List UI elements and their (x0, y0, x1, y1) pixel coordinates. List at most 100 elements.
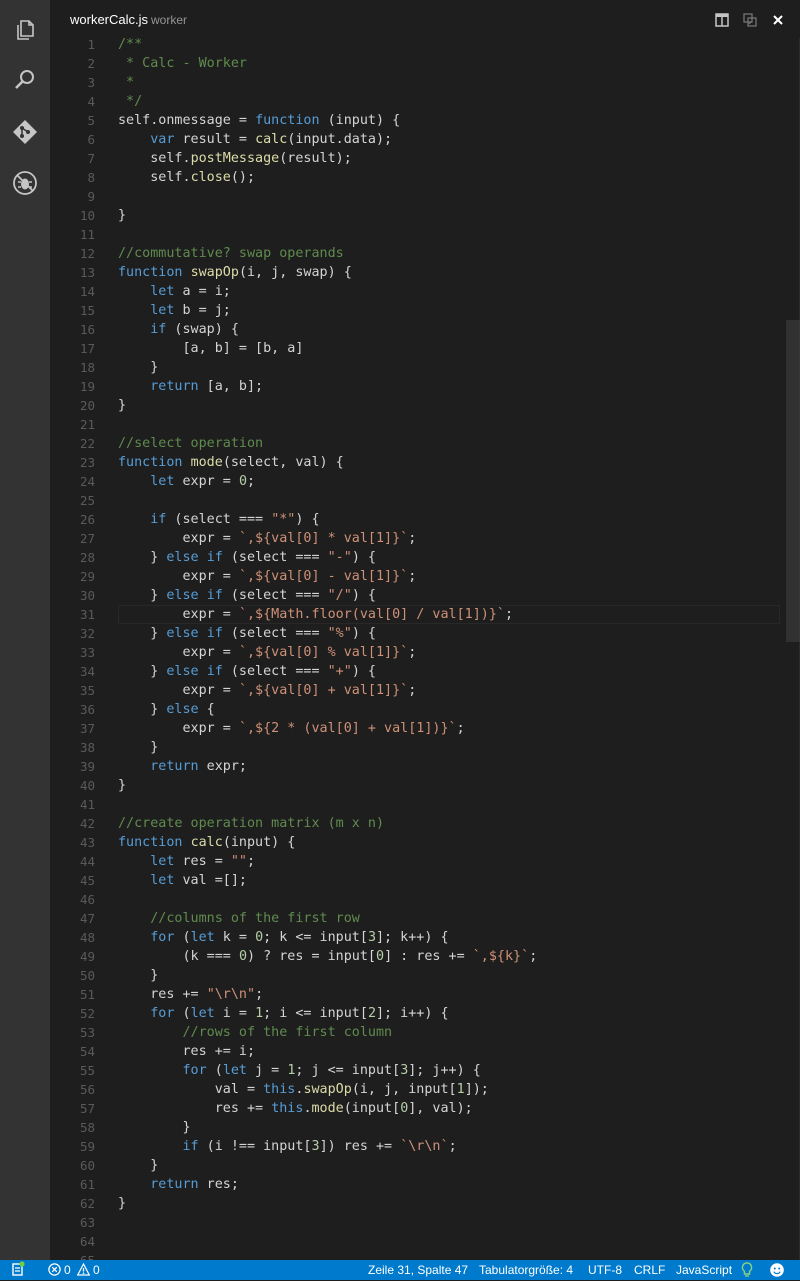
lightbulb-icon[interactable] (741, 1262, 753, 1281)
code-line[interactable]: let a = i; (118, 282, 778, 301)
line-number: 50 (79, 968, 95, 983)
code-line[interactable]: expr = `,${val[0] % val[1]}`; (118, 643, 778, 662)
code-line[interactable]: self.postMessage(result); (118, 149, 778, 168)
line-number: 34 (79, 664, 95, 679)
code-line[interactable]: function calc(input) { (118, 833, 778, 852)
code-line[interactable]: * (118, 73, 778, 92)
code-line[interactable]: let expr = 0; (118, 472, 778, 491)
warning-count[interactable]: 0 (93, 1263, 100, 1277)
code-line[interactable]: for (let k = 0; k <= input[3]; k++) { (118, 928, 778, 947)
code-line[interactable]: if (select === "*") { (118, 510, 778, 529)
error-icon[interactable] (48, 1263, 61, 1279)
code-content[interactable]: /** * Calc - Worker * */self.onmessage =… (118, 35, 778, 1270)
code-line[interactable]: } else if (select === "/") { (118, 586, 778, 605)
line-number: 1 (87, 37, 95, 52)
code-line[interactable]: } else if (select === "-") { (118, 548, 778, 567)
code-line[interactable]: for (let i = 1; i <= input[2]; i++) { (118, 1004, 778, 1023)
code-line[interactable]: function swapOp(i, j, swap) { (118, 263, 778, 282)
code-line[interactable]: let res = ""; (118, 852, 778, 871)
code-line[interactable]: } else { (118, 700, 778, 719)
code-line[interactable]: res += "\r\n"; (118, 985, 778, 1004)
smiley-icon[interactable] (769, 1262, 785, 1281)
code-line[interactable]: ​ (118, 890, 778, 909)
encoding[interactable]: UTF-8 (588, 1263, 622, 1277)
code-line[interactable]: return [a, b]; (118, 377, 778, 396)
line-number: 59 (79, 1139, 95, 1154)
code-line[interactable]: ​ (118, 225, 778, 244)
code-line[interactable]: } (118, 206, 778, 225)
line-number: 20 (79, 398, 95, 413)
tab-filename[interactable]: workerCalc.js (70, 12, 148, 27)
code-line[interactable]: let val =[]; (118, 871, 778, 890)
code-line[interactable]: } (118, 1118, 778, 1137)
code-line[interactable]: } (118, 358, 778, 377)
line-number: 41 (79, 797, 95, 812)
code-line[interactable]: * Calc - Worker (118, 54, 778, 73)
code-line[interactable]: } else if (select === "+") { (118, 662, 778, 681)
code-line[interactable]: /** (118, 35, 778, 54)
line-ending[interactable]: CRLF (634, 1263, 665, 1277)
code-line[interactable]: val = this.swapOp(i, j, input[1]); (118, 1080, 778, 1099)
code-line[interactable]: */ (118, 92, 778, 111)
code-line[interactable]: } (118, 966, 778, 985)
code-line[interactable]: res += this.mode(input[0], val); (118, 1099, 778, 1118)
code-line[interactable]: return expr; (118, 757, 778, 776)
tab-size[interactable]: Tabulatorgröße: 4 (479, 1263, 573, 1277)
code-line[interactable]: expr = `,${val[0] - val[1]}`; (118, 567, 778, 586)
code-line[interactable]: //select operation (118, 434, 778, 453)
cursor-position[interactable]: Zeile 31, Spalte 47 (368, 1263, 468, 1277)
code-line[interactable]: expr = `,${val[0] + val[1]}`; (118, 681, 778, 700)
line-number: 17 (79, 341, 95, 356)
line-number: 7 (87, 151, 95, 166)
code-line[interactable]: if (swap) { (118, 320, 778, 339)
line-number: 48 (79, 930, 95, 945)
code-line[interactable]: } (118, 738, 778, 757)
split-editor-icon[interactable] (713, 11, 731, 29)
code-line[interactable]: function mode(select, val) { (118, 453, 778, 472)
code-line[interactable]: [a, b] = [b, a] (118, 339, 778, 358)
line-number: 24 (79, 474, 95, 489)
code-line[interactable]: ​ (118, 1213, 778, 1232)
debug-icon[interactable] (0, 164, 50, 202)
code-line[interactable]: //columns of the first row (118, 909, 778, 928)
code-line[interactable]: expr = `,${2 * (val[0] + val[1])}`; (118, 719, 778, 738)
code-line[interactable]: ​ (118, 187, 778, 206)
code-line[interactable]: } (118, 1194, 778, 1213)
error-count[interactable]: 0 (64, 1263, 71, 1277)
close-icon[interactable] (769, 11, 787, 29)
code-line[interactable]: ​ (118, 415, 778, 434)
git-icon[interactable] (0, 113, 50, 151)
code-line[interactable]: } (118, 396, 778, 415)
line-number: 37 (79, 721, 95, 736)
warning-icon[interactable] (76, 1262, 91, 1279)
code-line[interactable]: ​ (118, 491, 778, 510)
code-line[interactable]: for (let j = 1; j <= input[3]; j++) { (118, 1061, 778, 1080)
open-changes-icon[interactable] (741, 11, 759, 29)
code-line[interactable]: if (i !== input[3]) res += `\r\n`; (118, 1137, 778, 1156)
code-line[interactable]: //commutative? swap operands (118, 244, 778, 263)
code-line[interactable]: let b = j; (118, 301, 778, 320)
code-line[interactable]: self.onmessage = function (input) { (118, 111, 778, 130)
code-line[interactable]: //create operation matrix (m x n) (118, 814, 778, 833)
line-number: 43 (79, 835, 95, 850)
line-number: 54 (79, 1044, 95, 1059)
search-icon[interactable] (0, 61, 50, 99)
explorer-icon[interactable] (0, 11, 50, 49)
code-line[interactable]: expr = `,${Math.floor(val[0] / val[1])}`… (118, 605, 778, 624)
code-line[interactable]: } (118, 776, 778, 795)
language-mode[interactable]: JavaScript (676, 1263, 732, 1277)
code-line[interactable]: expr = `,${val[0] * val[1]}`; (118, 529, 778, 548)
code-line[interactable]: ​ (118, 1232, 778, 1251)
code-line[interactable]: } else if (select === "%") { (118, 624, 778, 643)
vertical-scrollbar-thumb[interactable] (786, 320, 800, 642)
code-line[interactable]: self.close(); (118, 168, 778, 187)
code-line[interactable]: //rows of the first column (118, 1023, 778, 1042)
code-line[interactable]: var result = calc(input.data); (118, 130, 778, 149)
code-line[interactable]: return res; (118, 1175, 778, 1194)
code-line[interactable]: ​ (118, 795, 778, 814)
code-line[interactable]: (k === 0) ? res = input[0] : res += `,${… (118, 947, 778, 966)
line-number: 42 (79, 816, 95, 831)
code-line[interactable]: } (118, 1156, 778, 1175)
status-feedback-icon[interactable] (10, 1261, 26, 1280)
code-line[interactable]: res += i; (118, 1042, 778, 1061)
